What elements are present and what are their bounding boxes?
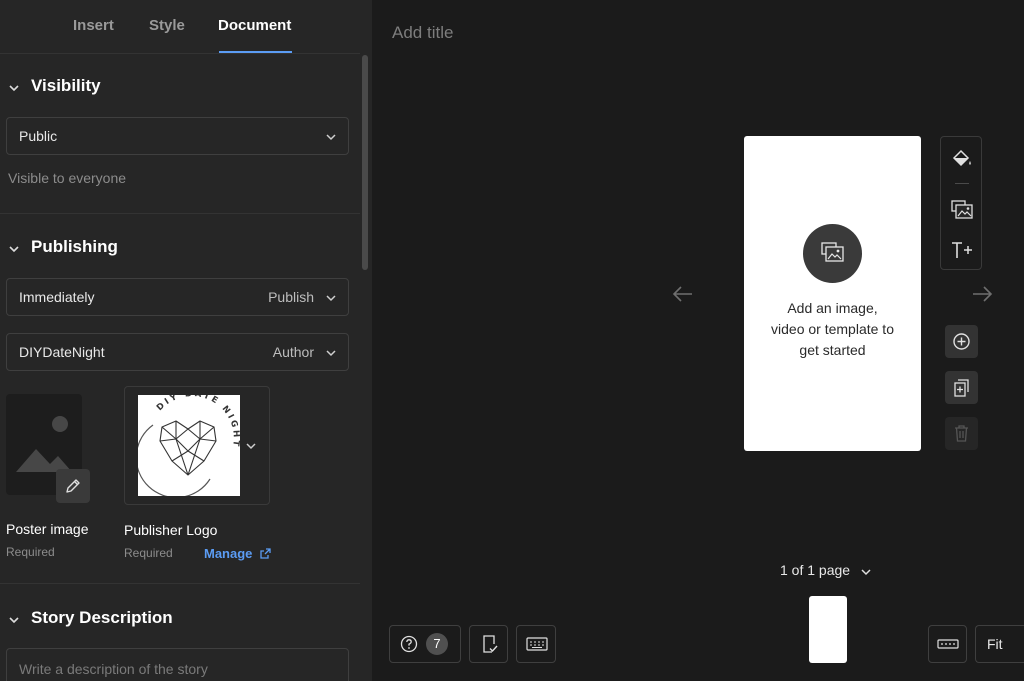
- tab-document[interactable]: Document: [218, 17, 291, 34]
- checklist-button[interactable]: [469, 625, 508, 663]
- page-floating-toolbar: [940, 136, 982, 270]
- diy-date-night-logo: DIY DATE NIGHT: [138, 395, 239, 496]
- publisher-logo-select[interactable]: DIY DATE NIGHT: [124, 386, 270, 505]
- chevron-down-icon: [326, 350, 336, 357]
- logo-required-text: Required: [124, 546, 173, 560]
- keyboard-shortcuts-button[interactable]: [516, 625, 556, 663]
- prompt-line: video or template to: [771, 321, 894, 337]
- chevron-down-icon: [246, 443, 256, 450]
- zoom-value: Fit: [987, 636, 1003, 652]
- help-center-button[interactable]: 7: [389, 625, 461, 663]
- add-page-button[interactable]: [945, 325, 978, 358]
- toolbar-separator: [955, 183, 969, 184]
- section-divider: [0, 583, 360, 584]
- chevron-down-icon: [326, 295, 336, 302]
- page-indicator[interactable]: 1 of 1 page: [780, 562, 850, 578]
- paint-bucket-icon[interactable]: [950, 147, 974, 171]
- help-icon: [400, 635, 418, 653]
- manage-link-label: Manage: [204, 546, 253, 561]
- tab-insert[interactable]: Insert: [73, 17, 114, 34]
- publish-schedule-select[interactable]: Immediately Publish: [6, 278, 349, 316]
- add-media-button[interactable]: [803, 224, 862, 283]
- publish-schedule-label: Publish: [268, 289, 314, 305]
- empty-page-prompt: Add an image, video or template to get s…: [754, 298, 911, 361]
- zoom-select[interactable]: Fit: [975, 625, 1024, 663]
- text-add-icon[interactable]: [950, 238, 974, 262]
- publishing-section-title: Publishing: [31, 237, 118, 256]
- duplicate-page-button[interactable]: [945, 371, 978, 404]
- page-thumbnail[interactable]: [809, 596, 847, 663]
- arrow-right-icon[interactable]: [970, 282, 994, 306]
- delete-page-button[interactable]: [945, 417, 978, 450]
- active-tab-indicator: [219, 51, 292, 53]
- arrow-left-icon[interactable]: [671, 282, 695, 306]
- pencil-icon: [66, 479, 80, 493]
- tab-style[interactable]: Style: [149, 17, 185, 34]
- visibility-value: Public: [19, 128, 58, 144]
- publish-schedule-value: Immediately: [19, 289, 95, 305]
- story-description-title: Story Description: [31, 608, 173, 627]
- author-value: DIYDateNight: [19, 344, 105, 360]
- poster-image-label: Poster image: [6, 521, 89, 537]
- publisher-logo-label: Publisher Logo: [124, 522, 218, 538]
- author-label: Author: [272, 344, 314, 360]
- media-icon: [821, 242, 844, 262]
- visibility-section-title: Visibility: [31, 76, 101, 95]
- chevron-down-icon: [9, 617, 19, 624]
- publishing-section-toggle[interactable]: Publishing: [0, 237, 360, 261]
- prompt-line: get started: [799, 342, 866, 358]
- grid-view-icon: [937, 639, 959, 649]
- manage-logo-link[interactable]: Manage: [204, 546, 271, 561]
- media-icon[interactable]: [950, 198, 974, 222]
- prompt-line: Add an image,: [787, 300, 878, 316]
- chevron-down-icon: [9, 85, 19, 92]
- delete-page-icon: [955, 425, 968, 442]
- section-divider: [0, 213, 360, 214]
- edit-poster-button[interactable]: [56, 469, 90, 503]
- story-title-input[interactable]: Add title: [392, 23, 453, 43]
- story-description-placeholder: Write a description of the story: [19, 661, 208, 677]
- poster-required-text: Required: [6, 545, 55, 559]
- duplicate-page-icon: [954, 379, 969, 397]
- story-description-section-toggle[interactable]: Story Description: [0, 608, 360, 632]
- visibility-section-toggle[interactable]: Visibility: [0, 76, 360, 100]
- publisher-logo-image: DIY DATE NIGHT: [138, 395, 240, 496]
- author-select[interactable]: DIYDateNight Author: [6, 333, 349, 371]
- external-link-icon: [260, 548, 271, 559]
- chevron-down-icon: [326, 134, 336, 141]
- sidebar-scrollbar[interactable]: [362, 55, 368, 270]
- sidebar-panel: Insert Style Document Visibility Public …: [0, 0, 372, 681]
- editor-canvas: Add title Add an image, video or templat…: [372, 0, 1024, 681]
- checklist-icon: [483, 635, 498, 653]
- chevron-down-icon: [9, 246, 19, 253]
- grid-view-button[interactable]: [928, 625, 967, 663]
- add-page-icon: [953, 333, 970, 350]
- story-description-input[interactable]: Write a description of the story: [6, 648, 349, 681]
- chevron-down-icon[interactable]: [861, 568, 871, 576]
- sidebar-tabs: Insert Style Document: [0, 0, 360, 54]
- visibility-helper-text: Visible to everyone: [8, 170, 127, 186]
- story-page[interactable]: Add an image, video or template to get s…: [744, 136, 921, 451]
- keyboard-icon: [526, 637, 548, 651]
- visibility-select[interactable]: Public: [6, 117, 349, 155]
- checklist-count-badge: 7: [426, 633, 448, 655]
